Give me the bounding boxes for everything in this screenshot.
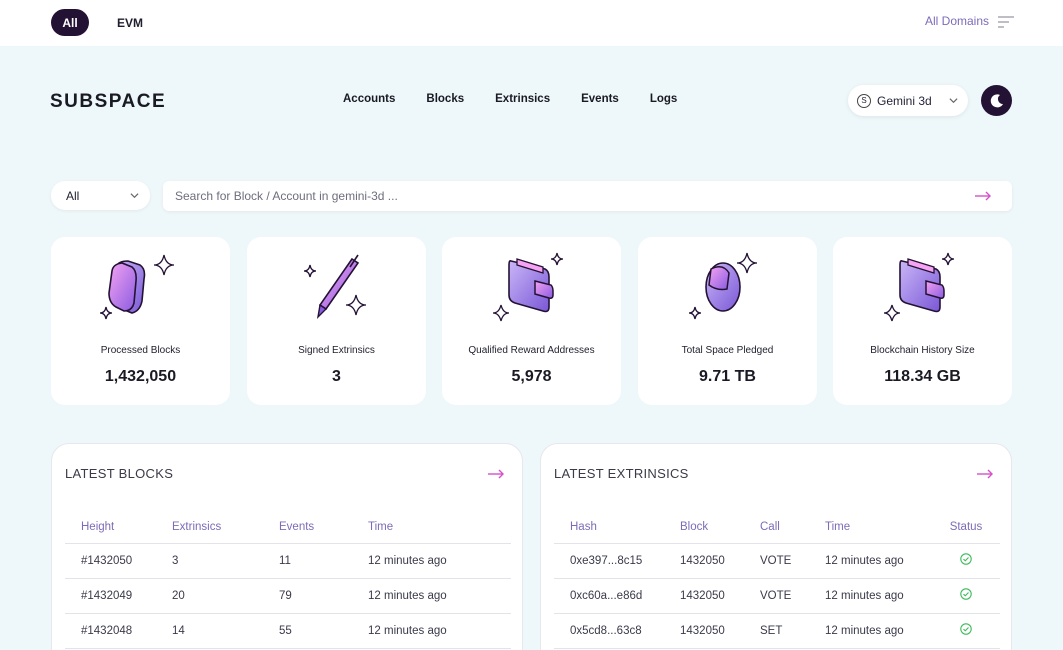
block-height-link[interactable]: #1432049 — [65, 578, 172, 614]
wallet-icon — [492, 252, 563, 322]
check-circle-icon — [960, 588, 972, 600]
chevron-down-icon — [949, 98, 958, 104]
status-cell — [932, 578, 1000, 614]
stat-card-total-space-pledged: Total Space Pledged 9.71 TB — [638, 237, 817, 405]
column-header: Hash — [554, 512, 680, 544]
disc-icon — [688, 252, 757, 320]
stat-card-signed-extrinsics: Signed Extrinsics 3 — [247, 237, 426, 405]
stat-value: 3 — [332, 368, 341, 385]
cell: 12 minutes ago — [368, 613, 511, 649]
table-row[interactable]: 0xe397...8c15 1432050 VOTE 12 minutes ag… — [554, 543, 1000, 579]
latest-extrinsics-table: Hash Block Call Time Status 0xe397...8c1… — [554, 512, 1000, 649]
tab-all[interactable]: All — [51, 9, 89, 36]
status-cell — [932, 543, 1000, 579]
top-bar: All EVM All Domains — [0, 0, 1063, 46]
search-type-select[interactable]: All — [51, 181, 150, 210]
status-cell — [932, 613, 1000, 649]
column-header: Status — [932, 512, 1000, 544]
stat-value: 9.71 TB — [699, 368, 756, 385]
moon-icon — [990, 93, 1003, 107]
cell: 1432050 — [680, 543, 760, 579]
wallet-icon — [883, 252, 954, 322]
table-header: Height Extrinsics Events Time — [65, 512, 511, 544]
latest-blocks-panel: LATEST BLOCKS Height Extrinsics Events T… — [51, 443, 523, 650]
search-placeholder: Search for Block / Account in gemini-3d … — [175, 189, 398, 203]
column-header: Call — [760, 512, 825, 544]
panel-title: LATEST EXTRINSICS — [554, 466, 689, 481]
column-header: Time — [825, 512, 932, 544]
extrinsic-hash-link[interactable]: 0xe397...8c15 — [554, 543, 680, 579]
column-header: Extrinsics — [172, 512, 279, 544]
arrow-right-icon[interactable] — [487, 468, 505, 480]
arrow-right-icon[interactable] — [976, 468, 994, 480]
cell: 12 minutes ago — [825, 543, 932, 579]
column-header: Block — [680, 512, 760, 544]
extrinsic-hash-link[interactable]: 0xc60a...e86d — [554, 578, 680, 614]
extrinsic-hash-link[interactable]: 0x5cd8...63c8 — [554, 613, 680, 649]
chevron-down-icon — [130, 193, 139, 199]
cell: SET — [760, 613, 825, 649]
cell: 14 — [172, 613, 279, 649]
stat-value: 118.34 GB — [884, 368, 961, 385]
latest-blocks-table: Height Extrinsics Events Time #1432050 3… — [65, 512, 511, 649]
search-type-label: All — [66, 188, 80, 203]
cell: 12 minutes ago — [825, 578, 932, 614]
block-height-link[interactable]: #1432050 — [65, 543, 172, 579]
check-circle-icon — [960, 553, 972, 565]
column-header: Events — [279, 512, 368, 544]
table-row[interactable]: 0xc60a...e86d 1432050 VOTE 12 minutes ag… — [554, 578, 1000, 614]
search-input[interactable]: Search for Block / Account in gemini-3d … — [163, 181, 1012, 211]
tab-evm[interactable]: EVM — [109, 9, 151, 36]
cell: VOTE — [760, 543, 825, 579]
cell: 1432050 — [680, 613, 760, 649]
column-header: Height — [65, 512, 172, 544]
cell: 11 — [279, 543, 368, 579]
column-header: Time — [368, 512, 511, 544]
panel-title: LATEST BLOCKS — [65, 466, 174, 481]
stat-value: 5,978 — [511, 368, 552, 385]
stat-label: Qualified Reward Addresses — [468, 345, 595, 356]
gem-icon — [99, 254, 174, 320]
block-height-link[interactable]: #1432048 — [65, 613, 172, 649]
arrow-right-icon[interactable] — [974, 190, 992, 202]
nav-accounts[interactable]: Accounts — [343, 93, 395, 105]
stat-label: Processed Blocks — [100, 345, 181, 356]
network-label: Gemini 3d — [877, 93, 932, 108]
table-row[interactable]: #1432049 20 79 12 minutes ago — [65, 578, 511, 614]
cell: VOTE — [760, 578, 825, 614]
cell: 1432050 — [680, 578, 760, 614]
theme-toggle-button[interactable] — [981, 85, 1012, 116]
subspace-logo[interactable]: SUBSPACE — [50, 91, 166, 113]
nav-events[interactable]: Events — [581, 93, 619, 105]
stat-label: Blockchain History Size — [870, 345, 975, 356]
table-row[interactable]: #1432048 14 55 12 minutes ago — [65, 613, 511, 649]
latest-extrinsics-panel: LATEST EXTRINSICS Hash Block Call Time S… — [540, 443, 1012, 650]
pen-icon — [303, 254, 366, 320]
table-row[interactable]: 0x5cd8...63c8 1432050 SET 12 minutes ago — [554, 613, 1000, 649]
network-select[interactable]: S Gemini 3d — [848, 85, 968, 116]
cell: 12 minutes ago — [368, 578, 511, 614]
nav-extrinsics[interactable]: Extrinsics — [495, 93, 550, 105]
cell: 55 — [279, 613, 368, 649]
cell: 20 — [172, 578, 279, 614]
filter-icon[interactable] — [998, 15, 1014, 29]
main-nav: Accounts Blocks Extrinsics Events Logs — [343, 93, 677, 105]
cell: 79 — [279, 578, 368, 614]
cell: 3 — [172, 543, 279, 579]
stat-value: 1,432,050 — [104, 368, 177, 385]
table-row[interactable]: #1432050 3 11 12 minutes ago — [65, 543, 511, 579]
network-badge: S — [857, 93, 871, 108]
stat-label: Signed Extrinsics — [298, 345, 375, 356]
check-circle-icon — [960, 623, 972, 635]
stat-card-processed-blocks: Processed Blocks 1,432,050 — [51, 237, 230, 405]
cell: 12 minutes ago — [368, 543, 511, 579]
stat-card-blockchain-history-size: Blockchain History Size 118.34 GB — [833, 237, 1012, 405]
table-header: Hash Block Call Time Status — [554, 512, 1000, 544]
stat-label: Total Space Pledged — [681, 345, 774, 356]
stat-card-qualified-reward-addresses: Qualified Reward Addresses 5,978 — [442, 237, 621, 405]
nav-blocks[interactable]: Blocks — [426, 93, 464, 105]
cell: 12 minutes ago — [825, 613, 932, 649]
all-domains-link[interactable]: All Domains — [925, 14, 989, 28]
nav-logs[interactable]: Logs — [650, 93, 677, 105]
